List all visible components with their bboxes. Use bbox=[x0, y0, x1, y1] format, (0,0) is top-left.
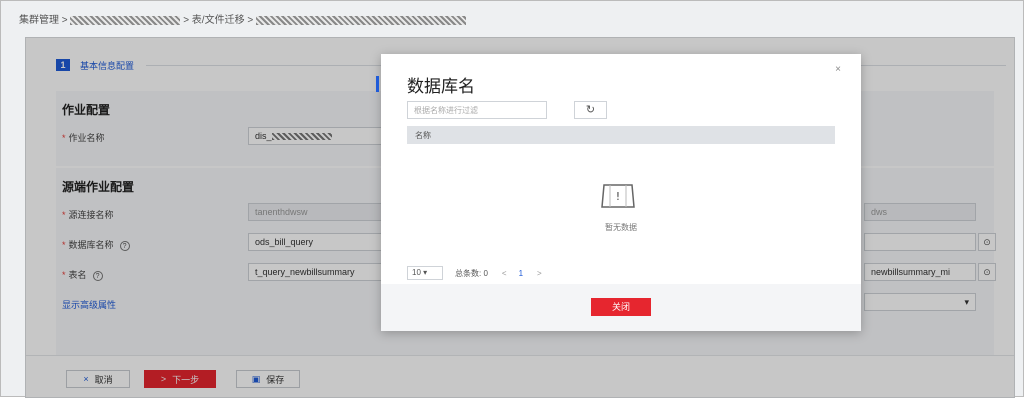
table-header-name: 名称 bbox=[407, 126, 835, 144]
breadcrumb-cluster[interactable]: 集群管理 > bbox=[19, 15, 68, 26]
prev-page-button[interactable]: < bbox=[502, 269, 507, 278]
database-name-dialog: 数据库名 × 根据名称进行过滤 ↻ 名称 ! 暂无数据 10 ▾ 总条数: 0 … bbox=[376, 54, 861, 331]
close-icon[interactable]: × bbox=[835, 64, 841, 75]
dialog-footer: 关闭 bbox=[381, 284, 861, 331]
empty-icon-glyph: ! bbox=[616, 190, 620, 203]
migration-page: 集群管理 > > 表/文件迁移 > 1 基本信息配置 作业配置 * 作业名称 di… bbox=[0, 0, 1024, 398]
redacted-job-name bbox=[255, 15, 466, 25]
empty-text: 暂无数据 bbox=[605, 223, 637, 232]
close-button[interactable]: 关闭 bbox=[591, 298, 651, 316]
breadcrumb-migration[interactable]: > 表/文件迁移 > bbox=[183, 15, 253, 26]
breadcrumb: 集群管理 > > 表/文件迁移 > bbox=[19, 11, 466, 26]
refresh-icon[interactable]: ↻ bbox=[574, 101, 607, 119]
filter-input[interactable]: 根据名称进行过滤 bbox=[407, 101, 547, 119]
total-count: 总条数: 0 bbox=[455, 268, 488, 278]
current-page[interactable]: 1 bbox=[519, 269, 523, 278]
page-size-select[interactable]: 10 ▾ bbox=[407, 266, 443, 280]
pagination: 10 ▾ 总条数: 0 < 1 > bbox=[407, 266, 542, 280]
dialog-accent bbox=[376, 76, 379, 92]
next-page-button[interactable]: > bbox=[537, 269, 542, 278]
redacted-cluster-name bbox=[70, 15, 181, 25]
dialog-title: 数据库名 bbox=[407, 77, 475, 96]
empty-box-icon: ! bbox=[601, 184, 635, 208]
